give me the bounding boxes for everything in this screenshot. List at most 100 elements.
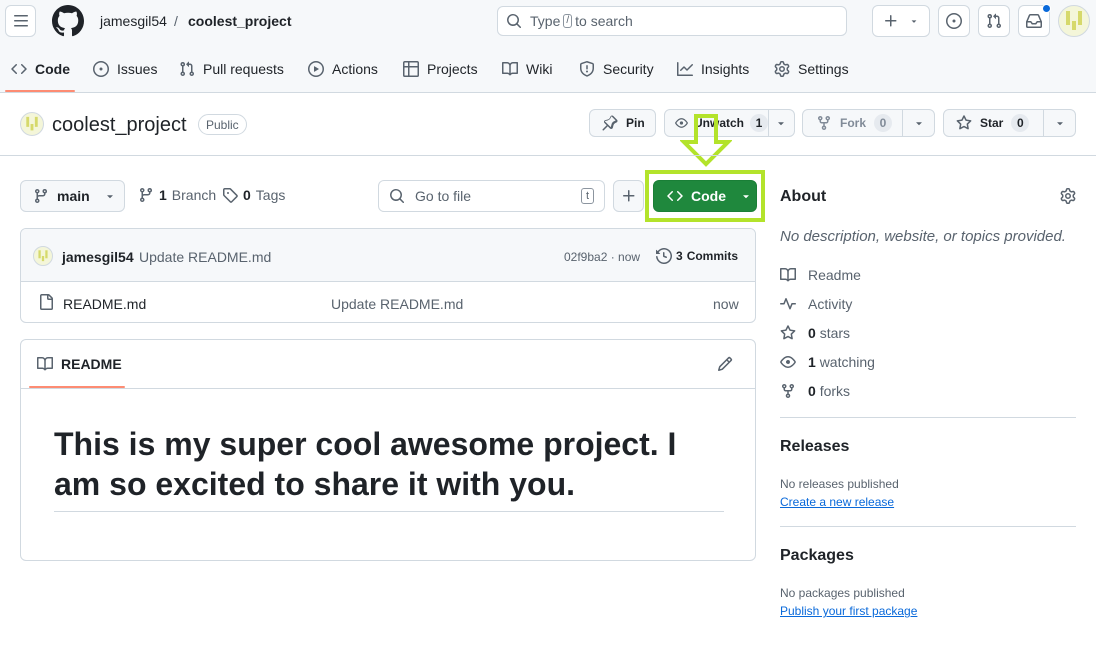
fork-counter: 0: [874, 114, 893, 132]
triangle-down-icon: [911, 20, 917, 23]
triangle-down-icon: [1057, 122, 1063, 126]
about-description: No description, website, or topics provi…: [780, 228, 1066, 245]
readme-tab-label: README: [61, 356, 122, 372]
branches-link[interactable]: 1 Branch: [138, 187, 216, 203]
global-search-input[interactable]: Type / to search: [497, 6, 847, 36]
search-shortcut-key: /: [563, 14, 573, 28]
create-new-button[interactable]: [872, 5, 930, 37]
issue-opened-icon: [946, 13, 962, 29]
star-icon: [780, 325, 796, 340]
packages-title[interactable]: Packages: [780, 547, 854, 565]
code-dropdown-button[interactable]: Code: [653, 180, 757, 212]
plus-icon: [885, 15, 897, 27]
book-icon: [780, 267, 796, 282]
tab-issues[interactable]: Issues: [93, 58, 157, 80]
readme-heading-rule: [54, 511, 724, 512]
tab-readme[interactable]: README: [37, 356, 122, 372]
commits-history-link[interactable]: 3 Commits: [656, 248, 738, 264]
publish-package-link[interactable]: Publish your first package: [780, 604, 917, 618]
sidebar-divider: [780, 526, 1076, 527]
code-icon: [11, 63, 27, 75]
shield-icon: [580, 61, 594, 77]
tab-wiki[interactable]: Wiki: [502, 58, 552, 80]
create-release-link[interactable]: Create a new release: [780, 495, 894, 509]
repo-owner-avatar[interactable]: [20, 112, 44, 136]
breadcrumb-owner[interactable]: jamesgil54: [100, 13, 167, 29]
activity-link-label: Activity: [808, 296, 853, 312]
tab-label: Settings: [798, 61, 849, 77]
avatar-icon: [1066, 11, 1082, 30]
button-divider: [902, 110, 903, 136]
plus-icon: [622, 190, 634, 202]
tag-count: 0: [243, 187, 251, 203]
search-prefix: Type: [530, 13, 561, 29]
commit-author-avatar[interactable]: [33, 246, 53, 266]
git-pull-request-icon: [180, 61, 195, 77]
commit-message[interactable]: Update README.md: [139, 249, 271, 265]
issue-opened-icon: [93, 61, 109, 77]
readme-header: README: [21, 340, 755, 389]
inbox-icon: [1026, 13, 1042, 28]
user-avatar[interactable]: [1058, 5, 1090, 37]
about-title: About: [780, 188, 827, 205]
tags-link[interactable]: 0 Tags: [222, 187, 285, 203]
tab-label: Pull requests: [203, 61, 284, 77]
star-counter: 0: [1011, 114, 1030, 132]
avatar-icon: [38, 250, 48, 262]
menu-button[interactable]: [5, 5, 36, 37]
search-icon: [507, 14, 522, 29]
gear-icon: [774, 61, 790, 77]
button-divider: [768, 110, 769, 136]
pencil-icon[interactable]: [717, 356, 733, 372]
forks-link[interactable]: 0 forks: [780, 382, 850, 400]
github-logo-icon[interactable]: [52, 5, 84, 37]
commit-author[interactable]: jamesgil54: [62, 249, 134, 265]
readme-panel: README This is my super cool awesome pro…: [20, 339, 756, 561]
header-separator: [0, 155, 1096, 156]
gear-icon[interactable]: [1060, 188, 1076, 204]
releases-empty-text: No releases published: [780, 477, 899, 491]
pin-button[interactable]: Pin: [589, 109, 656, 137]
star-button[interactable]: Star 0: [943, 109, 1076, 137]
readme-link[interactable]: Readme: [780, 266, 861, 284]
tab-label: Security: [603, 61, 654, 77]
tab-security[interactable]: Security: [579, 58, 654, 80]
star-icon: [956, 115, 972, 130]
branch-select-button[interactable]: main: [20, 180, 125, 212]
fork-button[interactable]: Fork 0: [802, 109, 935, 137]
tab-settings[interactable]: Settings: [774, 58, 849, 80]
go-to-file-input[interactable]: Go to file t: [378, 180, 605, 212]
branch-count: 1: [159, 187, 167, 203]
eye-icon: [780, 356, 796, 368]
breadcrumb-repo[interactable]: coolest_project: [188, 13, 291, 29]
global-header: jamesgil54 / coolest_project Type / to s…: [0, 0, 1096, 93]
commit-sha-time[interactable]: 02f9ba2 · now: [564, 250, 640, 264]
stars-label: stars: [819, 325, 851, 341]
tab-insights[interactable]: Insights: [677, 58, 749, 80]
add-file-button[interactable]: [613, 180, 644, 212]
file-list: jamesgil54 Update README.md 02f9ba2 · no…: [20, 228, 756, 323]
file-commit-time: now: [713, 296, 739, 312]
activity-link[interactable]: Activity: [780, 295, 852, 313]
tab-actions[interactable]: Actions: [308, 58, 378, 80]
history-icon: [656, 248, 672, 264]
stars-link[interactable]: 0 stars: [780, 324, 850, 342]
releases-title[interactable]: Releases: [780, 438, 849, 456]
tab-code[interactable]: Code: [11, 58, 70, 80]
file-name[interactable]: README.md: [63, 296, 146, 312]
file-commit-message[interactable]: Update README.md: [331, 296, 463, 312]
code-button-label: Code: [691, 188, 726, 204]
watch-counter: 1: [750, 114, 768, 132]
pull-requests-button[interactable]: [978, 5, 1010, 37]
breadcrumb-separator: /: [174, 13, 178, 29]
issues-button[interactable]: [938, 5, 970, 37]
annotation-arrow-icon: [680, 114, 732, 167]
git-pull-request-icon: [987, 13, 1002, 29]
triangle-down-icon: [106, 195, 113, 199]
tag-icon: [223, 188, 238, 203]
tab-projects[interactable]: Projects: [403, 58, 478, 80]
triangle-down-icon: [778, 122, 784, 126]
tab-pull-requests[interactable]: Pull requests: [179, 58, 284, 80]
watchers-link[interactable]: 1 watching: [780, 353, 875, 371]
repo-title[interactable]: coolest_project: [52, 114, 187, 137]
